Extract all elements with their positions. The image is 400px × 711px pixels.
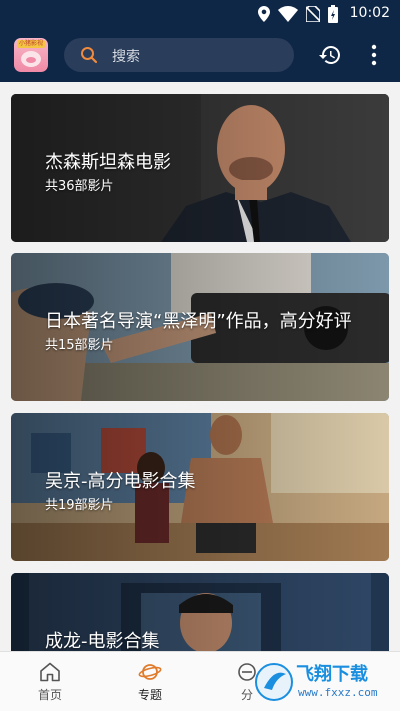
nav-item-category[interactable]: 分 — [212, 658, 282, 708]
status-icons — [258, 5, 338, 23]
history-icon[interactable] — [318, 43, 342, 67]
topic-list[interactable]: 杰森斯坦森电影 共36部影片 日本著名导演“黑泽明”作品，高分好评 共15部影片 — [0, 82, 400, 651]
nav-label: 分 — [240, 688, 253, 702]
category-icon — [238, 663, 256, 681]
app-bar: 小猪影视 搜索 — [0, 28, 400, 82]
home-icon — [40, 662, 60, 682]
topic-count: 共15部影片 — [45, 338, 114, 353]
status-time: 10:02 — [349, 5, 390, 21]
location-icon — [258, 6, 270, 22]
more-menu-icon[interactable] — [364, 42, 384, 68]
topic-title: 日本著名导演“黑泽明”作品，高分好评 — [45, 311, 352, 332]
search-input[interactable]: 搜索 — [64, 38, 294, 72]
topic-title: 吴京-高分电影合集 — [45, 471, 196, 492]
app-logo[interactable]: 小猪影视 — [14, 38, 48, 72]
topic-card[interactable]: 日本著名导演“黑泽明”作品，高分好评 共15部影片 — [11, 253, 389, 401]
search-placeholder: 搜索 — [112, 49, 140, 65]
battery-icon — [328, 5, 338, 23]
topic-count: 共19部影片 — [45, 498, 114, 513]
topic-title: 杰森斯坦森电影 — [45, 152, 171, 173]
topic-card[interactable]: 杰森斯坦森电影 共36部影片 — [11, 94, 389, 242]
status-bar: 10:02 — [0, 0, 400, 28]
wifi-icon — [278, 6, 298, 22]
nav-label: 专题 — [137, 688, 162, 702]
bottom-nav: 首页 专题 分 — [0, 651, 400, 711]
topic-card[interactable]: 吴京-高分电影合集 共19部影片 — [11, 413, 389, 561]
topic-count: 共36部影片 — [45, 179, 114, 194]
nav-item-topics[interactable]: 专题 — [115, 658, 185, 708]
topic-card[interactable]: 成龙-电影合集 — [11, 573, 389, 651]
nav-item-home[interactable]: 首页 — [15, 658, 85, 708]
app-logo-text: 小猪影视 — [17, 40, 45, 48]
planet-icon — [138, 664, 162, 680]
topic-title: 成龙-电影合集 — [45, 631, 160, 651]
no-sim-icon — [306, 6, 320, 22]
nav-label: 首页 — [37, 688, 62, 702]
search-icon — [81, 47, 98, 64]
pig-snout — [26, 57, 36, 63]
